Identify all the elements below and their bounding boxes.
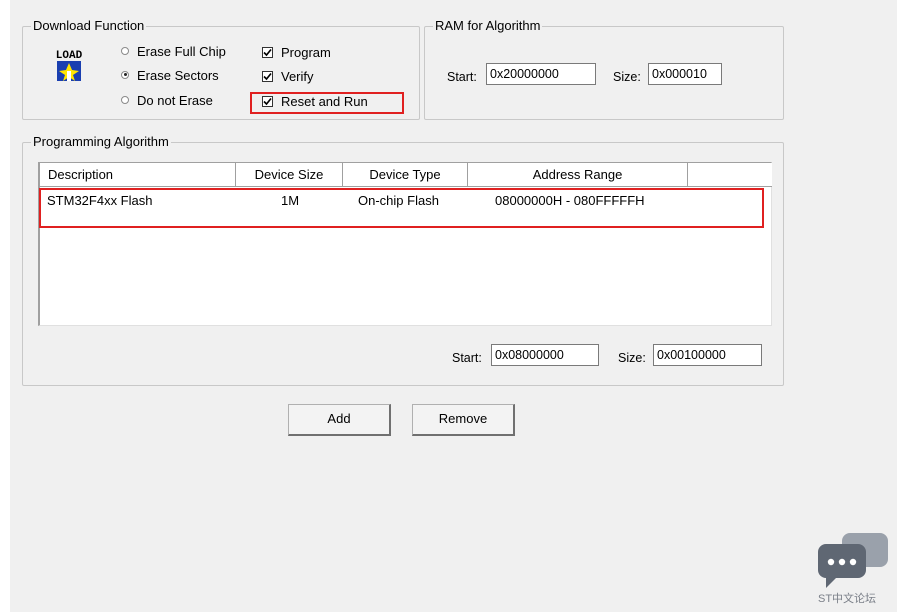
radio-off-icon (121, 46, 129, 55)
column-header-empty (688, 163, 772, 187)
watermark-text: ST中文论坛 (818, 593, 877, 605)
ram-size-input[interactable]: 0x000010 (648, 63, 722, 85)
program-label: Program (281, 45, 331, 60)
load-icon: LOAD (52, 45, 86, 85)
algo-start-input[interactable]: 0x08000000 (491, 344, 599, 366)
radio-off-icon (121, 95, 129, 104)
erase-sectors-label: Erase Sectors (137, 68, 219, 83)
algorithm-list[interactable]: Description Device Size Device Type Addr… (38, 162, 772, 326)
programming-algorithm-title: Programming Algorithm (31, 134, 171, 150)
program-checkbox[interactable]: Program (262, 45, 331, 61)
column-header-address-range[interactable]: Address Range (468, 163, 688, 187)
erase-full-chip-label: Erase Full Chip (137, 44, 226, 59)
verify-checkbox[interactable]: Verify (262, 69, 314, 85)
column-header-device-type[interactable]: Device Type (343, 163, 468, 187)
ram-size-label: Size: (613, 70, 641, 84)
chat-bubble-icon (816, 532, 890, 590)
algo-start-label: Start: (452, 351, 482, 365)
erase-sectors-radio[interactable]: Erase Sectors (121, 68, 219, 84)
remove-button[interactable]: Remove (412, 404, 515, 436)
ram-for-algorithm-title: RAM for Algorithm (433, 18, 543, 34)
load-icon-text: LOAD (56, 50, 83, 62)
download-function-title: Download Function (31, 18, 147, 34)
add-button[interactable]: Add (288, 404, 391, 436)
algo-size-input[interactable]: 0x00100000 (653, 344, 762, 366)
column-header-description[interactable]: Description (40, 163, 236, 187)
algo-size-label: Size: (618, 351, 646, 365)
radio-on-icon (121, 70, 129, 79)
checkmark-icon (262, 71, 273, 83)
algorithm-row-highlight (39, 188, 764, 228)
ram-for-algorithm-group: RAM for Algorithm (424, 18, 784, 120)
flash-download-dialog: Download Function LOAD Erase Full Chip E… (10, 0, 897, 612)
reset-and-run-highlight (250, 92, 404, 114)
do-not-erase-label: Do not Erase (137, 93, 213, 108)
erase-full-chip-radio[interactable]: Erase Full Chip (121, 44, 226, 60)
ram-start-input[interactable]: 0x20000000 (486, 63, 596, 85)
ram-start-label: Start: (447, 70, 477, 84)
do-not-erase-radio[interactable]: Do not Erase (121, 93, 213, 109)
checkmark-icon (262, 47, 273, 59)
verify-label: Verify (281, 69, 314, 84)
column-header-device-size[interactable]: Device Size (236, 163, 343, 187)
